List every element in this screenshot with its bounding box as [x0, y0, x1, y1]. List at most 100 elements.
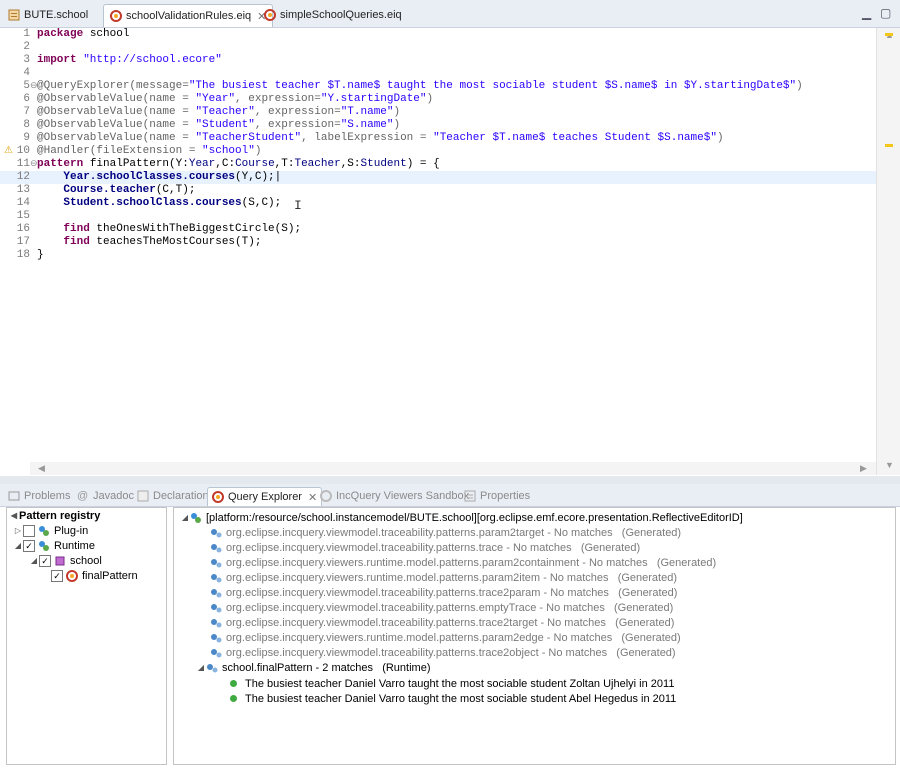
query-results-tree[interactable]: ◢ [platform:/resource/school.instancemod…	[173, 507, 896, 765]
tree-item-label: finalPattern	[82, 569, 138, 582]
line-number: 10	[16, 145, 30, 157]
code-line: package school	[37, 28, 130, 40]
code-line: Course.teacher(C,T);	[37, 184, 196, 196]
tree-item-label: Runtime	[54, 539, 95, 552]
incquery-file-icon	[110, 10, 122, 22]
tab-label: Declaration	[153, 490, 209, 502]
text-cursor-icon: I	[294, 198, 302, 213]
warning-marker[interactable]	[885, 144, 893, 147]
current-line-highlight: 12 Year.schoolClasses.courses(Y,C);|	[0, 171, 876, 184]
scroll-right-icon[interactable]: ▶	[860, 463, 867, 474]
pattern-icon	[210, 542, 222, 554]
tab-school-validation-rules[interactable]: schoolValidationRules.eiq ✕	[103, 4, 274, 27]
pattern-row[interactable]: org.eclipse.incquery.viewers.runtime.mod…	[210, 630, 681, 645]
pattern-row[interactable]: org.eclipse.incquery.viewmodel.traceabil…	[210, 585, 677, 600]
match-row[interactable]: The busiest teacher Daniel Varro taught …	[230, 691, 676, 706]
pattern-icon	[210, 557, 222, 569]
line-number: 9	[23, 132, 30, 144]
at-icon: @	[77, 490, 89, 502]
code-line: @ObservableValue(name = "TeacherStudent"…	[37, 132, 724, 144]
line-number: 8	[23, 119, 30, 131]
pattern-row[interactable]: org.eclipse.incquery.viewers.runtime.mod…	[210, 570, 677, 585]
maximize-icon[interactable]: ▢	[880, 6, 891, 20]
editor-tab-bar: BUTE.school schoolValidationRules.eiq ✕ …	[0, 0, 900, 28]
line-number: 11	[16, 158, 30, 170]
scroll-down-icon[interactable]: ▼	[885, 460, 894, 470]
pattern-icon	[210, 632, 222, 644]
checkbox[interactable]	[23, 524, 35, 537]
match-row[interactable]: The busiest teacher Daniel Varro taught …	[230, 676, 674, 691]
checkbox[interactable]: ✓	[51, 569, 63, 582]
code-line: @ObservableValue(name = "Year", expressi…	[37, 93, 434, 105]
collapse-icon[interactable]: ◢	[29, 556, 39, 565]
tab-simple-school-queries[interactable]: simpleSchoolQueries.eiq	[258, 4, 408, 26]
tree-item-label: Plug-in	[54, 524, 89, 537]
editor-vertical-scrollbar[interactable]: ▲ ▼	[876, 28, 900, 475]
line-number: 7	[23, 106, 30, 118]
line-number: 14	[16, 197, 30, 209]
minimize-icon[interactable]: ▁	[862, 6, 871, 20]
package-icon	[54, 555, 66, 567]
collapse-icon[interactable]: ◢	[180, 513, 190, 522]
tab-incquery-viewers-sandbox[interactable]: IncQuery Viewers Sandbox	[316, 487, 473, 505]
pattern-row[interactable]: org.eclipse.incquery.viewmodel.traceabil…	[210, 615, 674, 630]
tab-problems[interactable]: Problems	[4, 487, 74, 505]
code-line: find teachesTheMostCourses(T);	[37, 236, 262, 248]
pattern-row[interactable]: org.eclipse.incquery.viewmodel.traceabil…	[210, 600, 673, 615]
collapse-icon[interactable]: ◢	[13, 541, 23, 550]
tree-item-plugin[interactable]: ▷ Plug-in	[13, 523, 88, 538]
line-number: 1	[23, 28, 30, 40]
line-number: 18	[16, 249, 30, 261]
line-number: 16	[16, 223, 30, 235]
tab-javadoc[interactable]: @ Javadoc	[73, 487, 138, 505]
sash[interactable]	[0, 476, 900, 484]
line-number: 5	[23, 80, 30, 92]
code-line: }	[37, 249, 44, 261]
line-number: 2	[23, 41, 30, 53]
code-line: @ObservableValue(name = "Teacher", expre…	[37, 106, 401, 118]
tab-properties[interactable]: Properties	[460, 487, 534, 505]
collapse-icon[interactable]: ◀	[9, 511, 19, 520]
problems-icon	[8, 490, 20, 502]
checkbox[interactable]: ✓	[23, 539, 35, 552]
line-number: 12	[16, 171, 30, 183]
tab-query-explorer[interactable]: Query Explorer ✕	[207, 487, 323, 506]
code-line: Year.schoolClasses.courses(Y,C);|	[37, 171, 282, 183]
warning-marker[interactable]	[885, 33, 893, 36]
view-tab-bar: Problems @ Javadoc Declaration Query Exp…	[0, 484, 900, 507]
tree-item-runtime[interactable]: ◢ ✓ Runtime	[13, 538, 95, 553]
code-line: @QueryExplorer(message="The busiest teac…	[37, 80, 803, 92]
checkbox[interactable]: ✓	[39, 554, 51, 567]
final-pattern-row[interactable]: ◢ school.finalPattern - 2 matches (Runti…	[196, 660, 431, 675]
tab-declaration[interactable]: Declaration	[133, 487, 213, 505]
editor-horizontal-scrollbar[interactable]: ◀ ▶	[30, 462, 876, 475]
declaration-icon	[137, 490, 149, 502]
tab-label: simpleSchoolQueries.eiq	[280, 9, 402, 21]
pattern-row[interactable]: org.eclipse.incquery.viewmodel.traceabil…	[210, 540, 640, 555]
pattern-registry-title: Pattern registry	[19, 509, 101, 522]
pattern-row[interactable]: org.eclipse.incquery.viewmodel.traceabil…	[210, 525, 681, 540]
pattern-registry-tree[interactable]: ◀ Pattern registry ▷ Plug-in ◢ ✓ Runtime…	[6, 507, 167, 765]
tab-bute-school[interactable]: BUTE.school	[2, 4, 94, 26]
pattern-group-icon	[38, 540, 50, 552]
code-editor[interactable]: 1 package school 2 3 import "http://school…	[0, 28, 876, 475]
collapse-icon[interactable]: ◢	[196, 663, 206, 672]
tab-label: BUTE.school	[24, 9, 89, 21]
pattern-registry-header[interactable]: ◀ Pattern registry	[9, 508, 100, 523]
line-number: 15	[16, 210, 30, 222]
tab-label: schoolValidationRules.eiq	[126, 10, 252, 22]
line-number: 6	[23, 93, 30, 105]
scroll-left-icon[interactable]: ◀	[38, 463, 45, 474]
code-line: pattern finalPattern(Y:Year,C:Course,T:T…	[37, 158, 440, 170]
code-line: @Handler(fileExtension = "school")	[37, 145, 262, 157]
tab-label: IncQuery Viewers Sandbox	[336, 490, 470, 502]
tree-root-resource[interactable]: ◢ [platform:/resource/school.instancemod…	[180, 510, 743, 525]
pattern-icon	[210, 527, 222, 539]
code-line: @ObservableValue(name = "Student", expre…	[37, 119, 401, 131]
pattern-row[interactable]: org.eclipse.incquery.viewers.runtime.mod…	[210, 555, 716, 570]
tree-item-school[interactable]: ◢ ✓ school	[29, 553, 102, 568]
tree-item-final-pattern[interactable]: ✓ finalPattern	[51, 568, 138, 583]
model-group-icon	[190, 512, 202, 524]
expand-icon[interactable]: ▷	[13, 526, 23, 535]
pattern-row[interactable]: org.eclipse.incquery.viewmodel.traceabil…	[210, 645, 676, 660]
